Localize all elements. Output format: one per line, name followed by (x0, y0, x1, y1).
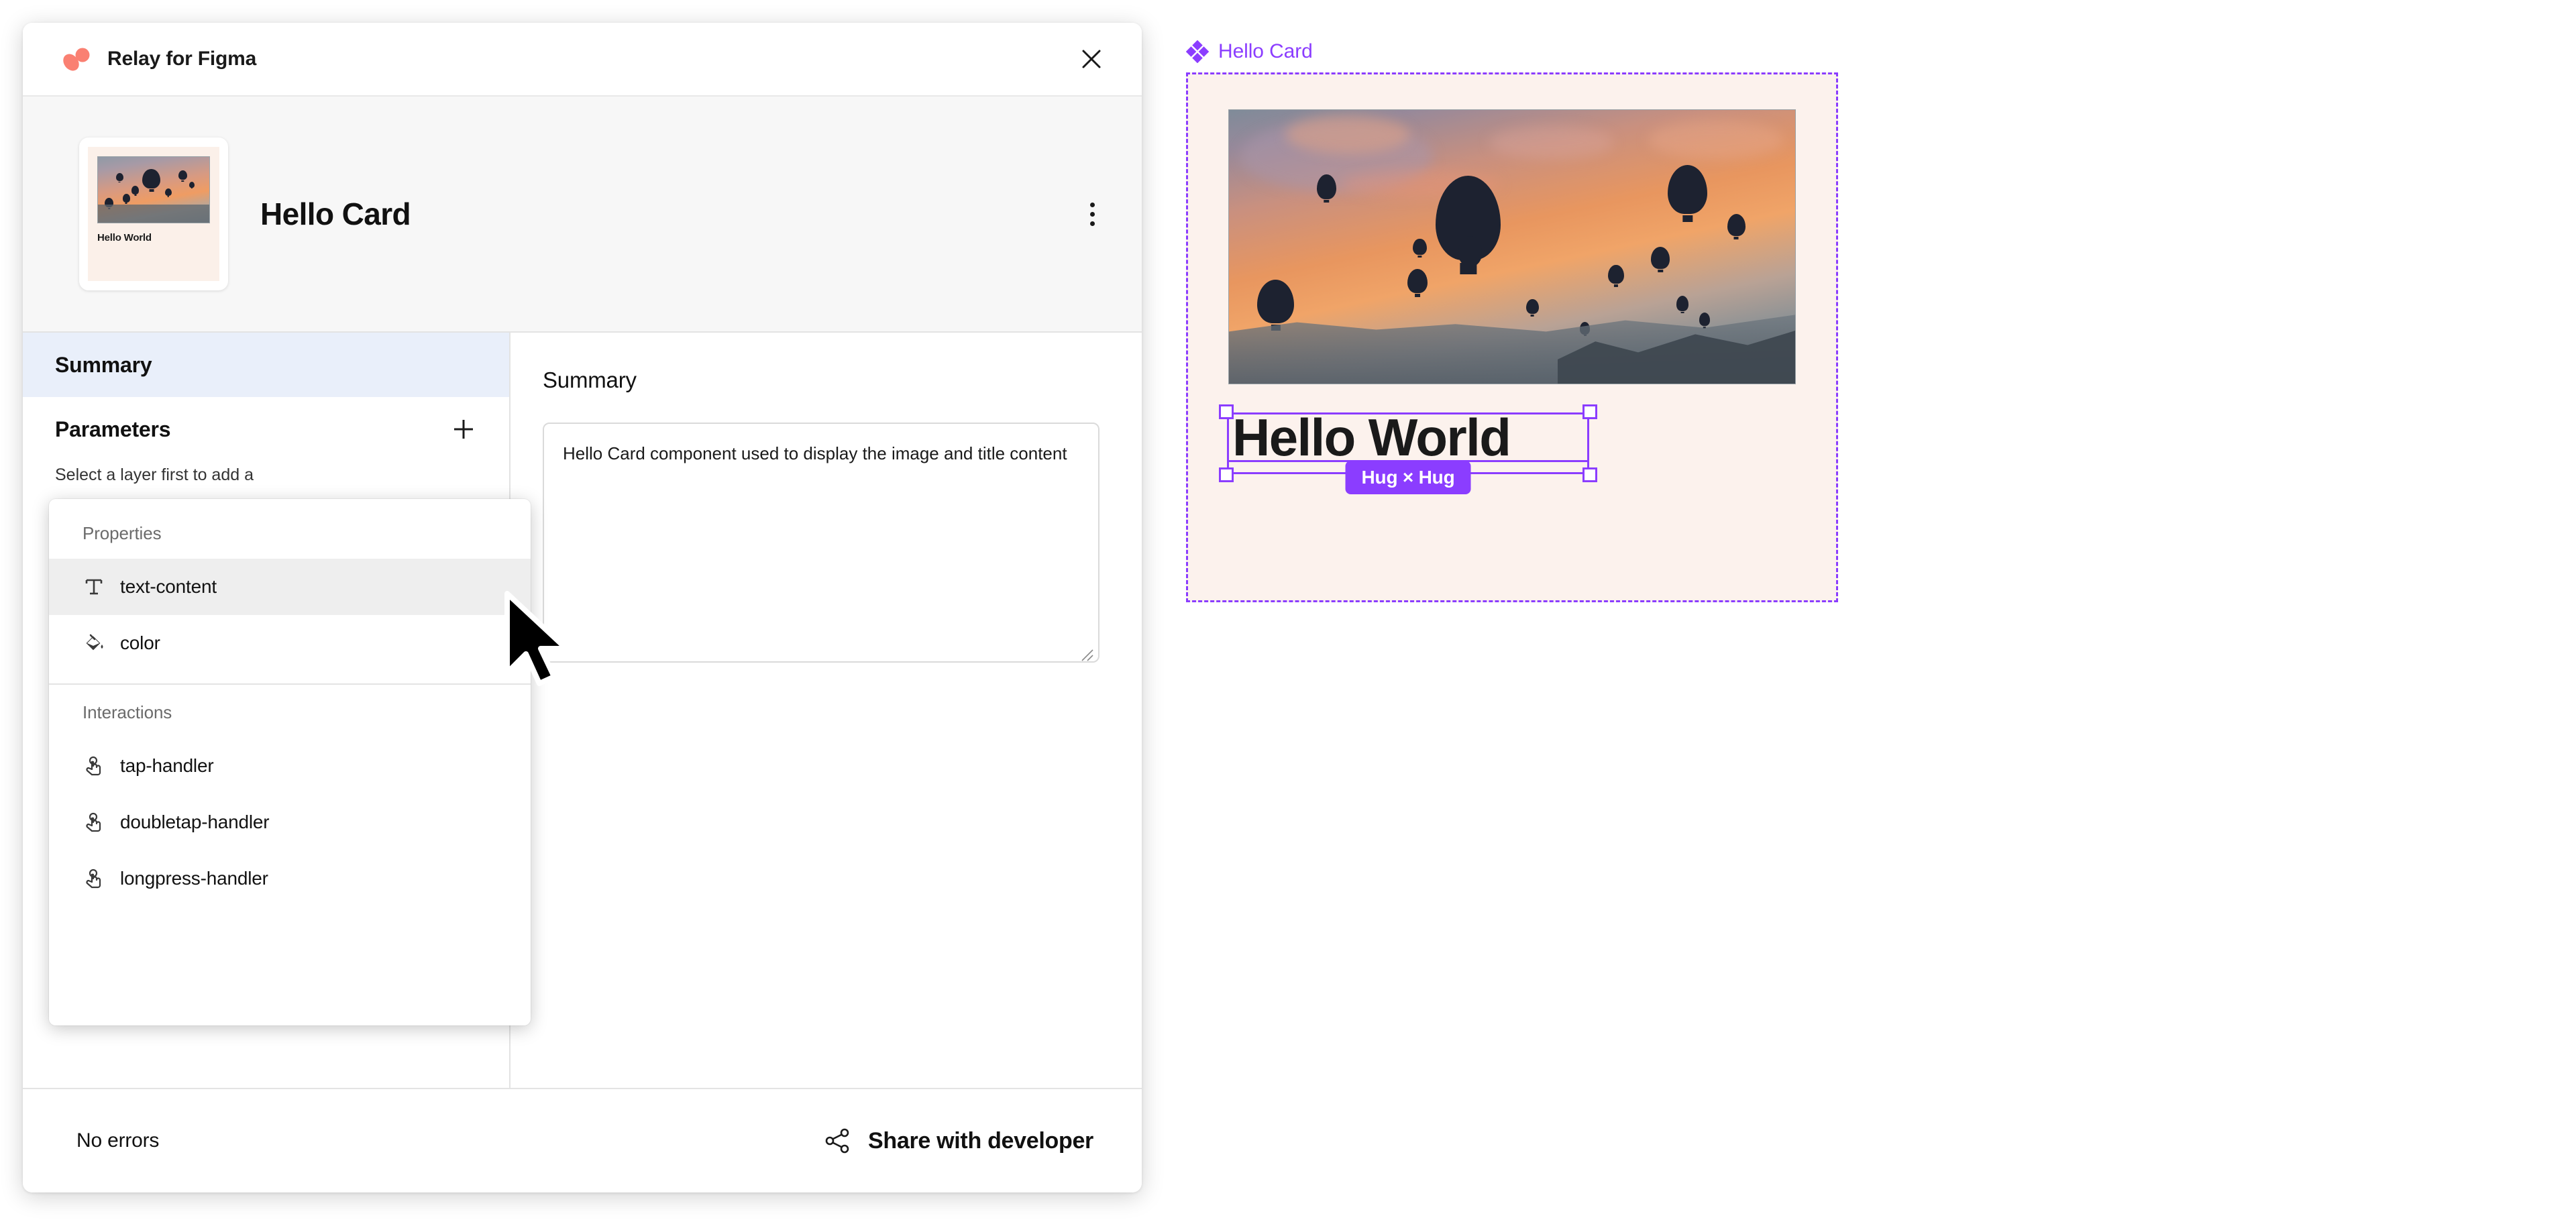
text-type-icon (83, 575, 120, 598)
hello-world-text: Hello World (1232, 408, 1511, 467)
text-layer-selection[interactable]: Hello World Hug × Hug (1219, 404, 1597, 494)
resize-handle-top-left[interactable] (1219, 404, 1234, 419)
parameter-type-dropdown: Properties text-content color Interactio… (49, 499, 531, 1025)
plugin-footer: No errors Share with developer (23, 1088, 1142, 1192)
thumbnail-inner: Hello World (88, 147, 219, 281)
share-nodes-icon (825, 1128, 849, 1154)
balloon (1727, 214, 1746, 236)
resize-handle-bottom-left[interactable] (1219, 467, 1234, 482)
dropdown-item-label: text-content (120, 576, 217, 597)
close-icon (1082, 50, 1101, 68)
close-button[interactable] (1071, 38, 1112, 80)
thumbnail-photo (97, 156, 210, 223)
thumbnail-caption: Hello World (97, 232, 152, 243)
tap-hand-icon (83, 755, 120, 777)
figma-component-diamond-icon (1186, 40, 1209, 63)
hello-card-frame[interactable]: Hello World Hug × Hug (1186, 72, 1838, 602)
dropdown-section-label-properties: Properties (83, 523, 162, 543)
more-vertical-icon-dot2 (1089, 211, 1095, 217)
plugin-title: Relay for Figma (107, 48, 257, 70)
figma-canvas: Hello Card Hello World Hug × Hug (1186, 40, 1838, 602)
dropdown-item-label: longpress-handler (120, 868, 268, 889)
size-badge: Hug × Hug (1345, 461, 1471, 494)
overflow-menu-button[interactable] (1072, 190, 1112, 238)
resize-handle-top-right[interactable] (1582, 404, 1597, 419)
error-status: No errors (76, 1129, 160, 1152)
summary-heading: Summary (543, 368, 637, 392)
frame-label[interactable]: Hello Card (1186, 40, 1838, 63)
tap-hand-icon (83, 811, 120, 834)
more-vertical-icon (1089, 202, 1095, 207)
frame-label-text: Hello Card (1218, 40, 1313, 62)
add-parameter-button[interactable] (445, 410, 482, 448)
dropdown-item-longpress-handler[interactable]: longpress-handler (49, 850, 531, 907)
parameters-section-header: Parameters (23, 397, 509, 461)
dropdown-item-tap-handler[interactable]: tap-handler (49, 738, 531, 794)
more-vertical-icon-dot3 (1089, 221, 1095, 226)
balloon (1257, 279, 1295, 324)
dropdown-section-label-interactions: Interactions (83, 702, 172, 722)
share-label: Share with developer (868, 1127, 1093, 1154)
plugin-titlebar: Relay for Figma (23, 23, 1142, 97)
dropdown-item-color[interactable]: color (49, 615, 531, 671)
balloon (1526, 298, 1539, 314)
component-header: Hello World Hello Card (23, 97, 1142, 333)
relay-plugin-dialog: Relay for Figma Hello World Hello Card S… (23, 23, 1142, 1192)
card-photo[interactable] (1228, 109, 1796, 384)
balloon (1650, 247, 1670, 269)
relay-logo-icon (63, 48, 90, 71)
share-with-developer-button[interactable]: Share with developer (813, 1119, 1103, 1162)
dropdown-item-label: tap-handler (120, 755, 214, 776)
sidebar-item-summary[interactable]: Summary (23, 333, 509, 397)
plus-icon (454, 420, 473, 439)
balloon (1676, 296, 1689, 311)
summary-textarea[interactable] (543, 423, 1099, 663)
balloon (1608, 264, 1625, 284)
sidebar-item-label: Summary (55, 352, 152, 377)
balloon (1668, 164, 1708, 215)
dropdown-item-text-content[interactable]: text-content (49, 559, 531, 615)
component-name: Hello Card (260, 197, 411, 231)
balloon (1413, 238, 1427, 256)
balloon (1316, 174, 1336, 199)
summary-panel: Summary (511, 333, 1142, 1088)
dropdown-item-label: doubletap-handler (120, 812, 270, 832)
parameters-label: Parameters (55, 416, 171, 441)
parameters-hint: Select a layer first to add a (55, 465, 254, 484)
balloon (1407, 268, 1428, 294)
tap-hand-icon (83, 867, 120, 890)
component-thumbnail: Hello World (79, 137, 228, 290)
resize-handle-bottom-right[interactable] (1582, 467, 1597, 482)
dropdown-item-label: color (120, 632, 160, 653)
paint-bucket-icon (83, 632, 120, 655)
dropdown-item-doubletap-handler[interactable]: doubletap-handler (49, 794, 531, 850)
balloon (1699, 312, 1711, 327)
